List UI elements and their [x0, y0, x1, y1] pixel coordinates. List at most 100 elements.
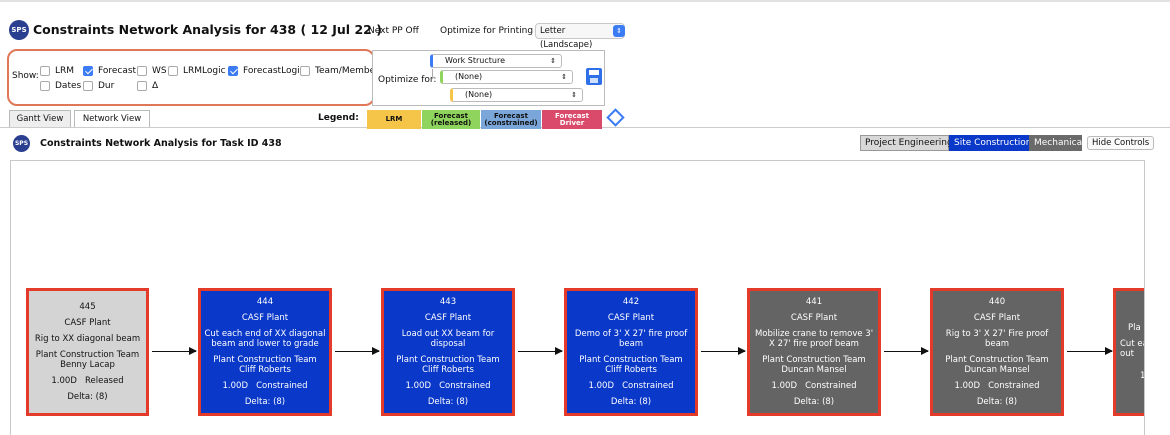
checkbox-lrm-box[interactable] — [40, 66, 50, 76]
paper-size-select[interactable]: Letter (Landscape) — [535, 23, 625, 50]
node-delta: Delta: (8) — [976, 397, 1018, 407]
segment-mechanical[interactable]: Mechanical — [1029, 135, 1085, 151]
optimize-level2-select[interactable]: (None) ⇕ — [440, 70, 573, 84]
chevron-updown-icon: ⇕ — [571, 91, 577, 99]
task-node-440[interactable]: 440 CASF Plant Rig to 3' X 27' Fire proo… — [930, 288, 1064, 416]
legend-label: Legend: — [318, 113, 359, 123]
tab-gantt-view[interactable]: Gantt View — [9, 110, 71, 127]
checkbox-lrmlogic-box[interactable] — [168, 66, 178, 76]
optimize-level1-select[interactable]: Work Structure ⇕ — [430, 54, 562, 68]
network-title: Constraints Network Analysis for Task ID… — [40, 138, 282, 149]
node-duration: 1.00D — [405, 381, 431, 391]
hide-controls-button[interactable]: Hide Controls — [1087, 136, 1155, 150]
node-delta: Delta: (8) — [244, 397, 286, 407]
node-team: Plant Construction Team — [35, 350, 140, 360]
node-org: CASF Plant — [790, 313, 838, 323]
checkbox-ws[interactable]: WS — [137, 66, 167, 76]
checkbox-delta-label: Δ — [152, 81, 159, 91]
node-team: Plant Construction Team — [579, 355, 683, 365]
segment-site-construction[interactable]: Site Construction — [949, 135, 1031, 151]
diamond-icon[interactable] — [606, 108, 625, 127]
checkbox-dur-box[interactable] — [83, 81, 93, 91]
node-member: Cliff Roberts — [422, 365, 474, 375]
node-duration: 1.00D — [954, 381, 980, 391]
node-org: Pla — [1128, 323, 1141, 333]
node-duration: 1.00D — [51, 376, 77, 386]
checkbox-delta-box[interactable] — [137, 81, 147, 91]
optimize-level2-value: (None) — [455, 72, 483, 81]
node-member: Cliff Roberts — [239, 365, 291, 375]
node-status: Released — [84, 376, 124, 386]
task-node-443[interactable]: 443 CASF Plant Load out XX beam for disp… — [381, 288, 515, 416]
optimize-level1-value: Work Structure — [445, 56, 506, 65]
node-duration: 1.00D — [222, 381, 248, 391]
checkbox-dates-box[interactable] — [40, 81, 50, 91]
node-delta: Delta: (8) — [610, 397, 652, 407]
legend-lrm: LRM — [367, 110, 421, 129]
node-delta: Delta: (8) — [67, 392, 108, 402]
node-org: CASF Plant — [973, 313, 1021, 323]
node-team: Plant Construction Team — [213, 355, 317, 365]
node-status: Constrained — [805, 381, 857, 391]
node-duration: 1.00D — [588, 381, 614, 391]
checkbox-dates[interactable]: Dates — [40, 81, 81, 91]
node-desc: Mobilize crane to remove 3' X 27' fire p… — [754, 329, 874, 349]
paper-size-dropdown-icon[interactable]: ⇕ — [613, 25, 625, 37]
sps-logo-small: SPS — [13, 135, 30, 152]
node-team: Plant Construction Team — [945, 355, 1049, 365]
optimize-level3-select[interactable]: (None) ⇕ — [450, 88, 583, 102]
checkbox-forecastlogic-label: ForecastLogic — [243, 66, 305, 76]
node-member: Duncan Mansel — [781, 365, 847, 375]
checkbox-forecast-label: Forecast — [98, 66, 137, 76]
top-border — [0, 0, 1170, 2]
node-org: CASF Plant — [607, 313, 655, 323]
optimize-level3-value: (None) — [465, 90, 493, 99]
node-id: 444 — [256, 297, 274, 307]
segment-project-engineering[interactable]: Project Engineering — [860, 135, 953, 151]
checkbox-team-member[interactable]: Team/Member — [300, 66, 379, 76]
task-node-445[interactable]: 445 CASF Plant Rig to XX diagonal beam P… — [26, 288, 149, 416]
checkbox-team-member-box[interactable] — [300, 66, 310, 76]
checkbox-dur[interactable]: Dur — [83, 81, 114, 91]
tree-connector — [432, 69, 433, 79]
dependency-arrow — [152, 347, 197, 355]
task-node-441[interactable]: 441 CASF Plant Mobilize crane to remove … — [747, 288, 881, 416]
checkbox-forecast[interactable]: Forecast — [83, 66, 136, 76]
show-options-panel — [7, 49, 375, 106]
sps-logo: SPS — [9, 20, 29, 40]
tab-network-view[interactable]: Network View — [74, 110, 150, 127]
node-delta: Delta: (8) — [427, 397, 469, 407]
node-duration: 1 — [1140, 371, 1145, 381]
checkbox-lrm[interactable]: LRM — [40, 66, 74, 76]
checkbox-lrmlogic[interactable]: LRMLogic — [168, 66, 226, 76]
task-node-444[interactable]: 444 CASF Plant Cut each end of XX diagon… — [198, 288, 332, 416]
checkbox-ws-box[interactable] — [137, 66, 147, 76]
save-icon[interactable] — [586, 68, 602, 85]
dependency-arrow — [701, 347, 746, 355]
node-id: 445 — [79, 302, 96, 312]
node-desc: Rig to XX diagonal beam — [34, 334, 141, 344]
next-pp-toggle[interactable]: Next PP Off — [368, 26, 419, 36]
node-status: Constrained — [622, 381, 674, 391]
task-node-partial[interactable]: Pla Cut ea out 1 — [1113, 288, 1145, 416]
node-desc: Cut ea out — [1120, 339, 1144, 359]
dependency-arrow — [518, 347, 563, 355]
checkbox-forecastlogic-box[interactable] — [228, 66, 238, 76]
chevron-updown-icon: ⇕ — [550, 57, 556, 65]
node-org: CASF Plant — [424, 313, 472, 323]
checkbox-dur-label: Dur — [98, 81, 115, 91]
checkbox-forecast-box[interactable] — [83, 66, 93, 76]
node-id: 443 — [439, 297, 457, 307]
task-node-442[interactable]: 442 CASF Plant Demo of 3' X 27' fire pro… — [564, 288, 698, 416]
show-label: Show: — [12, 71, 39, 81]
legend-forecast-constrained: Forecast (constrained) — [481, 110, 541, 129]
checkbox-forecastlogic[interactable]: ForecastLogic — [228, 66, 305, 76]
network-canvas[interactable]: 445 CASF Plant Rig to XX diagonal beam P… — [10, 160, 1145, 435]
node-member: Benny Lacap — [60, 360, 115, 370]
checkbox-delta[interactable]: Δ — [137, 81, 158, 91]
checkbox-dates-label: Dates — [55, 81, 82, 91]
optimize-for-label: Optimize for: — [378, 75, 437, 85]
node-org: CASF Plant — [64, 318, 111, 328]
node-delta: Delta: (8) — [793, 397, 835, 407]
node-org: CASF Plant — [241, 313, 289, 323]
